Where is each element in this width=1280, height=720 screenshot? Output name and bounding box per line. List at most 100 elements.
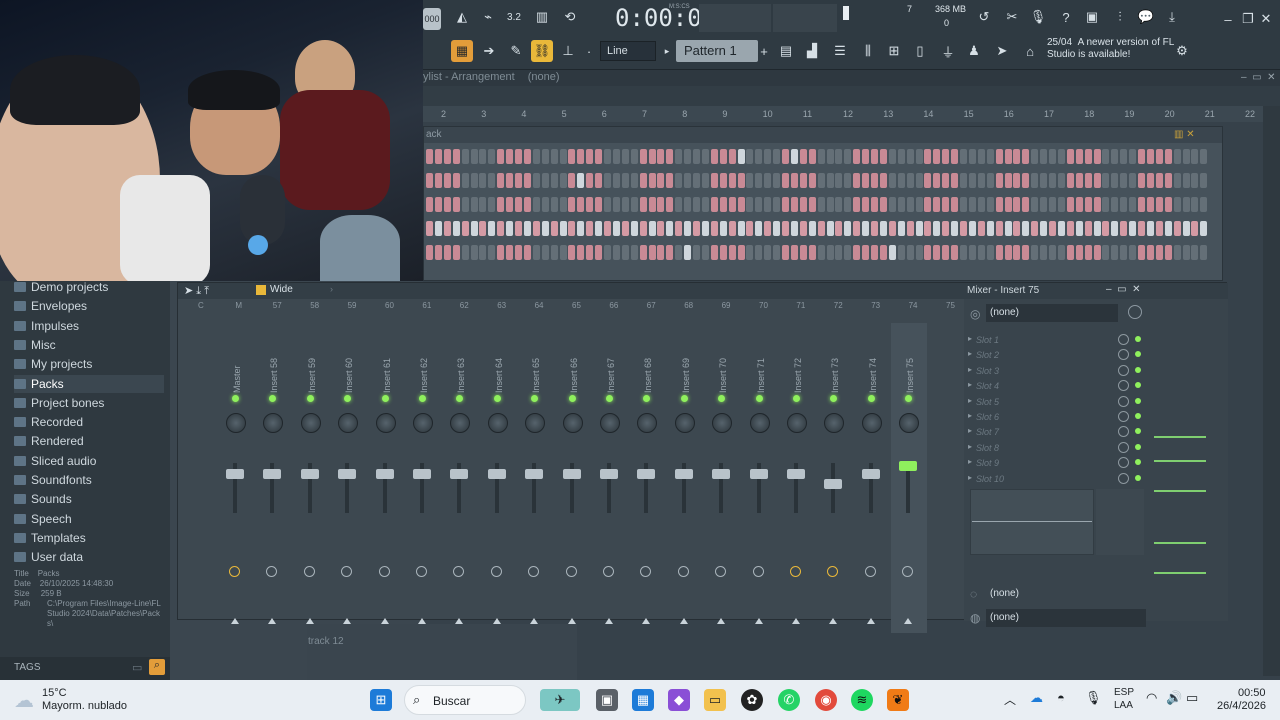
step-button[interactable] <box>906 221 914 236</box>
step-button[interactable] <box>1120 173 1128 188</box>
search-box[interactable]: ⌕ Buscar <box>404 685 526 715</box>
playlist-icon[interactable]: ▤ <box>775 40 797 62</box>
step-button[interactable] <box>879 173 887 188</box>
step-button[interactable] <box>701 149 709 164</box>
step-button[interactable] <box>426 245 433 260</box>
step-button[interactable] <box>897 149 905 164</box>
undo-icon[interactable]: ↺ <box>973 6 995 28</box>
step-button[interactable] <box>728 149 736 164</box>
step-button[interactable] <box>523 245 531 260</box>
step-button[interactable] <box>915 245 923 260</box>
route-arrow-icon[interactable] <box>455 618 464 624</box>
mixer-view-mode[interactable]: Wide <box>270 284 293 295</box>
step-button[interactable] <box>630 149 638 164</box>
step-button[interactable] <box>1182 173 1190 188</box>
strip-active-led[interactable] <box>643 395 651 402</box>
slot-mix-knob[interactable] <box>1118 395 1129 407</box>
step-button[interactable] <box>1200 245 1208 260</box>
step-button[interactable] <box>844 197 852 212</box>
browser-item[interactable]: Templates <box>14 529 86 547</box>
step-button[interactable] <box>862 197 870 212</box>
step-button[interactable] <box>1155 149 1163 164</box>
step-button[interactable] <box>1129 173 1137 188</box>
step-button[interactable] <box>1013 173 1021 188</box>
step-button[interactable] <box>915 173 923 188</box>
step-button[interactable] <box>835 173 843 188</box>
chatgpt-icon[interactable]: ✿ <box>741 689 763 711</box>
step-button[interactable] <box>443 197 451 212</box>
route-arrow-icon[interactable] <box>754 618 763 624</box>
step-button[interactable] <box>434 197 442 212</box>
export-icon[interactable]: ➤ <box>991 40 1013 62</box>
step-button[interactable] <box>737 245 745 260</box>
step-button[interactable] <box>595 197 603 212</box>
step-button[interactable] <box>693 149 700 164</box>
slot-arrow-icon[interactable]: ▸ <box>968 396 972 405</box>
step-button[interactable] <box>1040 173 1048 188</box>
step-button[interactable] <box>835 197 843 212</box>
step-button[interactable] <box>764 197 772 212</box>
step-button[interactable] <box>897 173 905 188</box>
step-button[interactable] <box>568 221 576 236</box>
step-button[interactable] <box>933 221 941 236</box>
arrow-tool-icon[interactable]: ➔ <box>478 40 500 62</box>
step-button[interactable] <box>968 173 976 188</box>
mixer-strip[interactable]: Insert 63 <box>442 323 478 633</box>
mic-icon[interactable]: 🎙 <box>1027 6 1049 28</box>
step-button[interactable] <box>461 221 469 236</box>
step-button[interactable] <box>684 245 692 260</box>
step-button[interactable] <box>737 197 745 212</box>
step-button[interactable] <box>1040 221 1048 236</box>
step-button[interactable] <box>1164 197 1172 212</box>
step-button[interactable] <box>1155 173 1163 188</box>
pan-knob[interactable] <box>525 413 546 433</box>
strip-active-led[interactable] <box>718 395 726 402</box>
step-button[interactable] <box>1049 149 1056 164</box>
step-button[interactable] <box>755 221 763 236</box>
mixer-strip[interactable]: Insert 58 <box>255 323 291 633</box>
step-button[interactable] <box>595 173 603 188</box>
wifi-icon[interactable]: ◠ <box>1146 690 1157 706</box>
step-button[interactable] <box>897 197 905 212</box>
pan-knob[interactable] <box>226 413 246 433</box>
browser-item[interactable]: Demo projects <box>14 278 108 296</box>
step-button[interactable] <box>764 245 772 260</box>
step-button[interactable] <box>773 149 781 164</box>
step-button[interactable] <box>568 197 576 212</box>
whatsapp-icon[interactable]: ✆ <box>778 689 800 711</box>
step-button[interactable] <box>906 197 914 212</box>
step-button[interactable] <box>1120 149 1128 164</box>
effect-slot[interactable]: Slot 7 <box>976 427 999 437</box>
step-button[interactable] <box>942 197 950 212</box>
pan-knob[interactable] <box>487 413 508 433</box>
step-button[interactable] <box>1191 221 1199 236</box>
slot-enable-led[interactable] <box>1135 382 1141 389</box>
step-button[interactable] <box>604 149 611 164</box>
mixer-icon[interactable]: ⫶ <box>1109 6 1131 28</box>
piano-roll-view-icon[interactable]: ▟ <box>801 40 823 62</box>
step-button[interactable] <box>657 221 665 236</box>
step-button[interactable] <box>675 245 683 260</box>
step-button[interactable] <box>426 149 433 164</box>
step-button[interactable] <box>470 197 478 212</box>
slot-enable-led[interactable] <box>1135 336 1141 342</box>
slot-mix-knob[interactable] <box>1118 457 1129 469</box>
step-button[interactable] <box>977 245 985 260</box>
step-button[interactable] <box>986 221 994 236</box>
step-button[interactable] <box>515 197 522 212</box>
step-button[interactable] <box>862 149 870 164</box>
strip-active-led[interactable] <box>606 395 613 402</box>
step-button[interactable] <box>693 197 700 212</box>
step-button[interactable] <box>523 197 531 212</box>
step-button[interactable] <box>817 221 825 236</box>
slot-mix-knob[interactable] <box>1118 334 1129 345</box>
volume-fader[interactable] <box>487 469 506 479</box>
route-arrow-icon[interactable] <box>418 618 426 624</box>
step-button[interactable] <box>657 149 665 164</box>
volume-fader[interactable] <box>226 469 244 479</box>
step-button[interactable] <box>1146 173 1154 188</box>
step-button[interactable] <box>1013 221 1021 236</box>
volume-icon[interactable]: 🔊 <box>1166 690 1182 706</box>
volume-fader[interactable] <box>525 469 544 479</box>
mixer-strip[interactable]: Insert 70 <box>704 323 740 633</box>
